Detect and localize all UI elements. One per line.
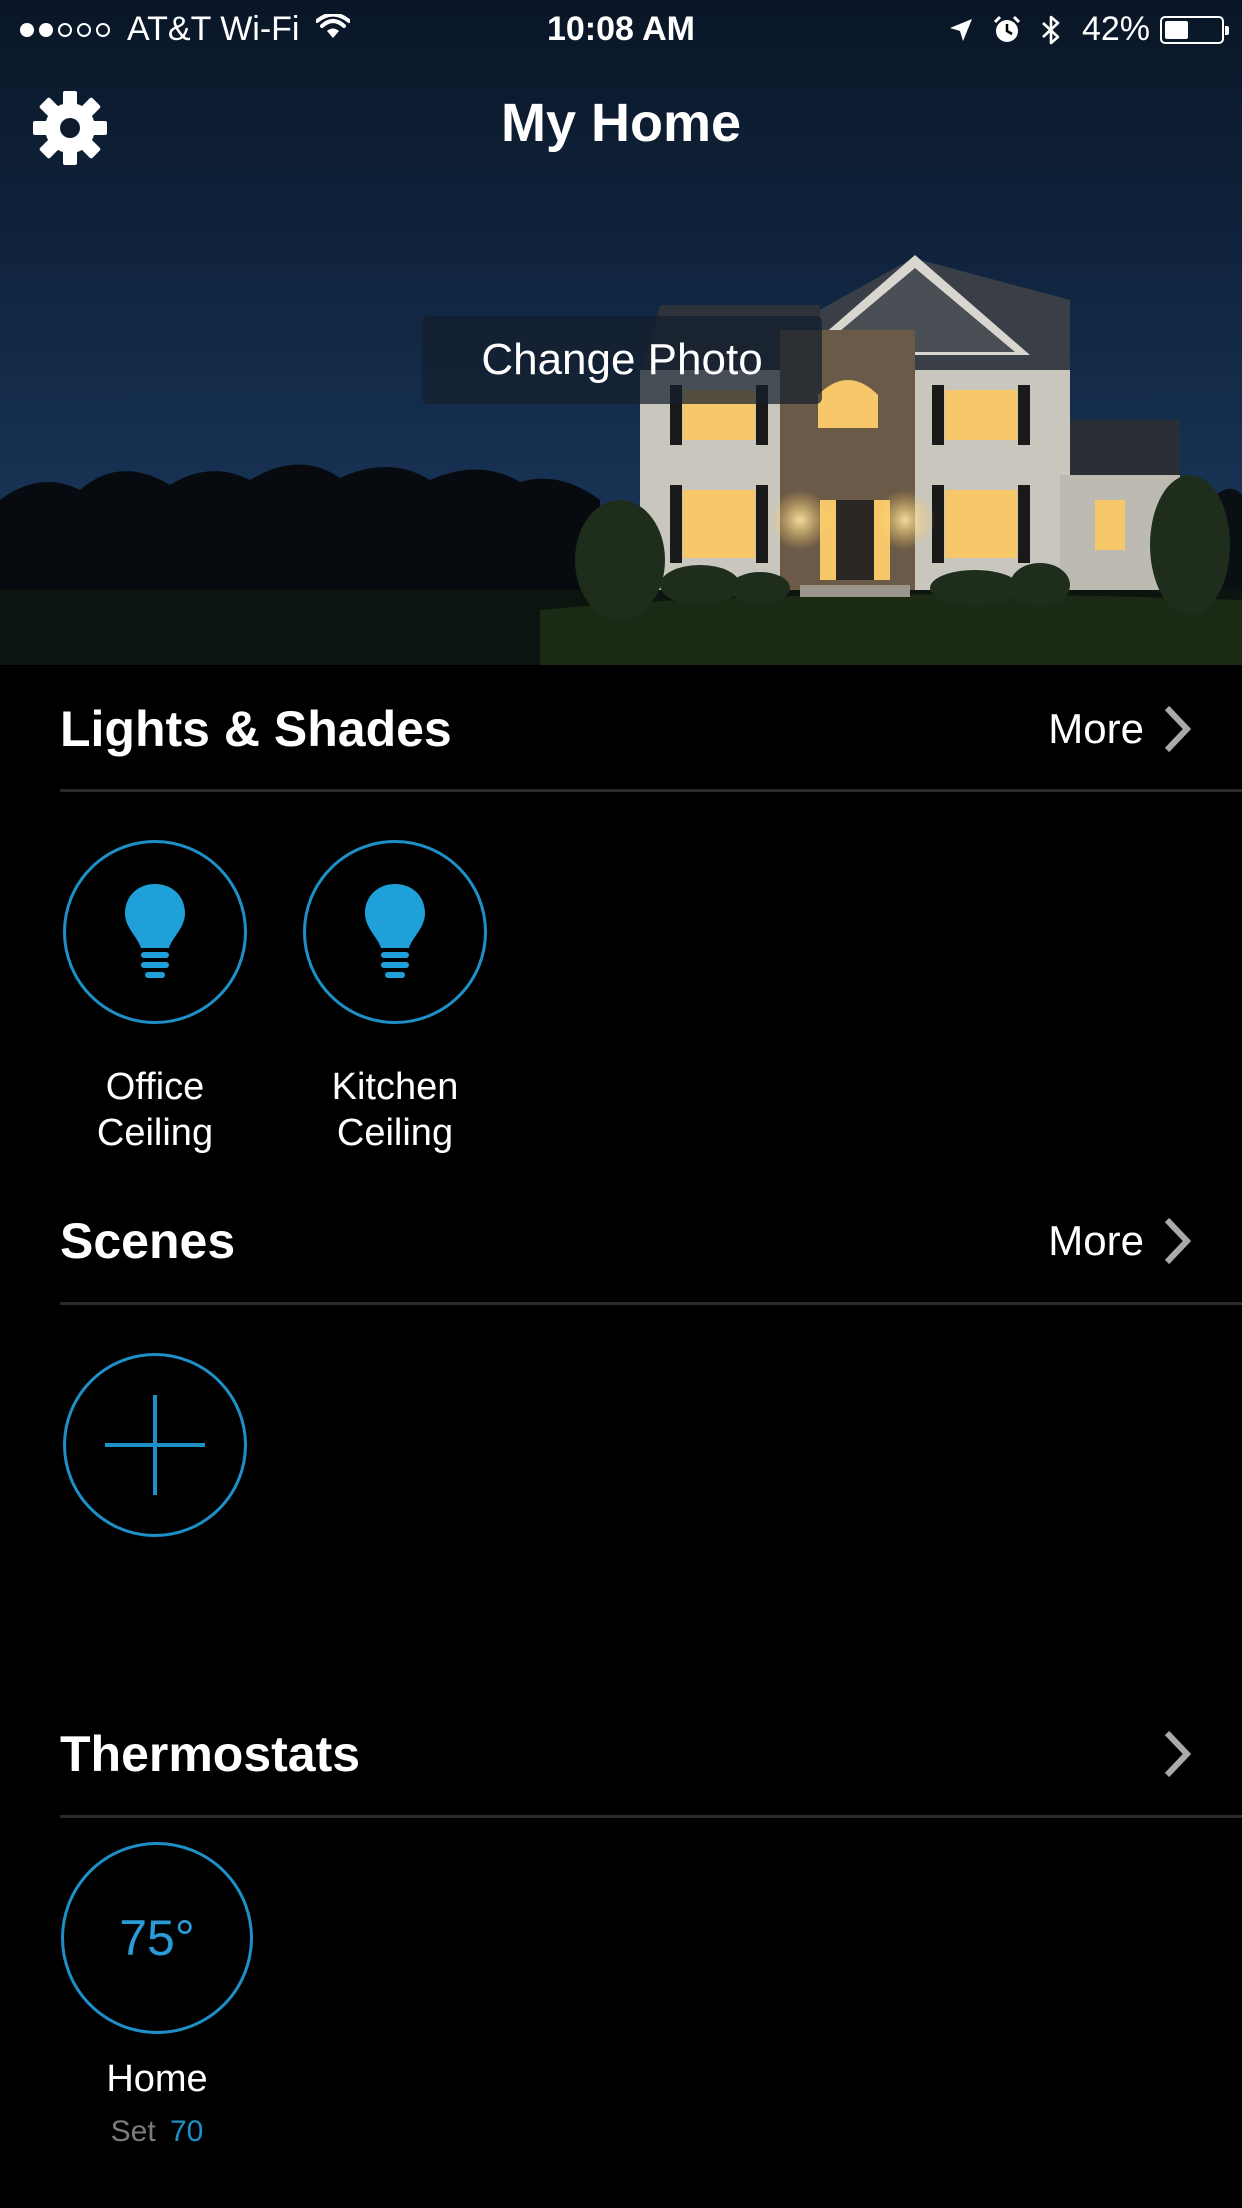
- thermostat-setpoint: Set 70: [111, 2115, 204, 2149]
- plus-icon: [105, 1395, 205, 1495]
- add-scene-button[interactable]: [63, 1353, 247, 1537]
- thermostats-section-header: Thermostats: [60, 1690, 1242, 1818]
- thermostat-tile-home[interactable]: 75° Home Set 70: [60, 1842, 254, 2149]
- scenes-section-header: Scenes More: [60, 1177, 1242, 1305]
- change-photo-button[interactable]: Change Photo: [422, 316, 822, 404]
- scenes-more-button[interactable]: More: [1048, 1177, 1192, 1305]
- scenes-divider: [60, 1302, 1242, 1305]
- battery-icon: [1160, 15, 1229, 44]
- light-label: Office Ceiling: [25, 1064, 285, 1156]
- lights-section-header: Lights & Shades More: [60, 665, 1242, 793]
- light-label: Kitchen Ceiling: [265, 1064, 525, 1156]
- chevron-right-icon: [1164, 705, 1192, 753]
- thermostats-more-button[interactable]: [1162, 1690, 1192, 1818]
- battery-percent: 42%: [1081, 10, 1150, 48]
- page-title: My Home: [500, 93, 742, 153]
- scenes-section-title: Scenes: [60, 1213, 236, 1269]
- more-label: More: [1048, 705, 1144, 752]
- lights-divider: [60, 789, 1242, 792]
- lights-section-title: Lights & Shades: [60, 701, 452, 757]
- more-label: More: [1048, 1217, 1144, 1264]
- location-arrow-icon: [948, 17, 974, 43]
- status-bar: AT&T Wi-Fi 10:08 AM 42%: [0, 0, 1242, 60]
- light-toggle[interactable]: [63, 840, 247, 1024]
- light-label-line2: Ceiling: [96, 1112, 214, 1154]
- lights-more-button[interactable]: More: [1048, 665, 1192, 793]
- thermostats-divider: [60, 1815, 1242, 1818]
- current-temperature: 75°: [119, 1910, 195, 1966]
- thermostat-name: Home: [106, 2058, 208, 2100]
- light-label-line2: Ceiling: [336, 1112, 454, 1154]
- hero-header: AT&T Wi-Fi 10:08 AM 42% My Home Change P…: [0, 0, 1242, 665]
- alarm-icon: [992, 15, 1022, 45]
- chevron-right-icon: [1164, 1730, 1192, 1778]
- chevron-right-icon: [1164, 1217, 1192, 1265]
- setpoint-label: Set: [110, 2115, 156, 2148]
- light-label-line1: Office: [105, 1066, 205, 1108]
- add-scene-tile[interactable]: [60, 1353, 250, 1537]
- bluetooth-icon: [1040, 14, 1062, 46]
- light-bulb-icon: [365, 884, 425, 978]
- light-tile-kitchen-ceiling[interactable]: Kitchen Ceiling: [300, 840, 490, 1156]
- status-bar-right: 42%: [930, 10, 1229, 49]
- thermostat-dial[interactable]: 75°: [61, 1842, 253, 2034]
- light-label-line1: Kitchen: [331, 1066, 459, 1108]
- light-toggle[interactable]: [303, 840, 487, 1024]
- setpoint-value: 70: [170, 2115, 204, 2148]
- light-bulb-icon: [125, 884, 185, 978]
- thermostats-section-title: Thermostats: [60, 1726, 361, 1782]
- battery-level: [1165, 20, 1188, 39]
- light-tile-office-ceiling[interactable]: Office Ceiling: [60, 840, 250, 1156]
